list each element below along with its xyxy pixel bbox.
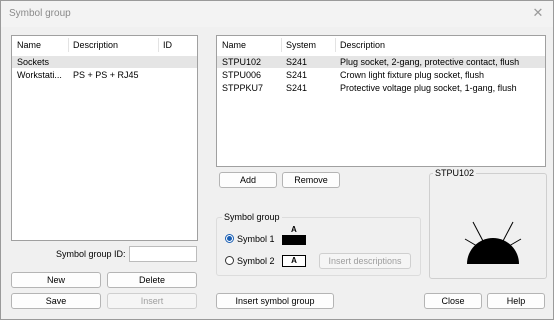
column-header-id[interactable]: ID	[163, 40, 172, 50]
column-header-description[interactable]: Description	[340, 40, 385, 50]
help-button[interactable]: Help	[487, 293, 545, 309]
add-button[interactable]: Add	[219, 172, 277, 188]
symbol-list[interactable]: Name System Description STPU102 S241 Plu…	[216, 35, 546, 167]
new-button[interactable]: New	[11, 272, 101, 288]
cell-system: S241	[286, 57, 308, 67]
insert-button[interactable]: Insert	[107, 293, 197, 309]
insert-symbol-group-button[interactable]: Insert symbol group	[216, 293, 334, 309]
table-row[interactable]: STPPKU7 S241 Protective voltage plug soc…	[217, 82, 545, 94]
symbol-1-letter: A	[291, 225, 297, 234]
cell-description: Crown light fixture plug socket, flush	[340, 70, 485, 80]
cell-description: Plug socket, 2-gang, protective contact,…	[340, 57, 520, 67]
column-header-system[interactable]: System	[286, 40, 316, 50]
column-divider	[158, 38, 159, 52]
symbol-1-label[interactable]: Symbol 1	[237, 234, 275, 244]
column-header-name[interactable]: Name	[222, 40, 246, 50]
cell-description: Protective voltage plug socket, 1-gang, …	[340, 83, 517, 93]
cell-system: S241	[286, 83, 308, 93]
cell-name: STPU102	[222, 57, 262, 67]
symbol-group-list[interactable]: Name Description ID Sockets Workstati...…	[11, 35, 198, 241]
title-bar: Symbol group ✕	[1, 1, 553, 27]
symbol-1-radio[interactable]	[225, 234, 234, 243]
symbol-2-swatch: A	[282, 255, 306, 267]
list-item-description: PS + PS + RJ45	[73, 70, 139, 80]
table-row[interactable]: STPU006 S241 Crown light fixture plug so…	[217, 69, 545, 81]
cell-name: STPPKU7	[222, 83, 264, 93]
list-item[interactable]: Workstati... PS + PS + RJ45	[12, 69, 197, 81]
save-button[interactable]: Save	[11, 293, 101, 309]
insert-descriptions-button[interactable]: Insert descriptions	[319, 253, 411, 269]
socket-symbol-icon	[464, 221, 522, 264]
column-header-description[interactable]: Description	[73, 40, 118, 50]
cell-system: S241	[286, 70, 308, 80]
symbol-2-label[interactable]: Symbol 2	[237, 256, 275, 266]
window-title: Symbol group	[9, 8, 71, 19]
column-divider	[281, 38, 282, 52]
list-item-name: Sockets	[17, 57, 50, 67]
symbol-group-dialog: Symbol group ✕ Name Description ID Socke…	[0, 0, 554, 320]
symbol-2-letter: A	[291, 256, 297, 265]
symbol-group-id-label: Symbol group ID:	[56, 249, 126, 259]
list-item[interactable]: Sockets	[12, 56, 197, 68]
close-button[interactable]: Close	[424, 293, 482, 309]
delete-button[interactable]: Delete	[107, 272, 197, 288]
symbol-group-title: Symbol group	[222, 212, 282, 222]
table-row[interactable]: STPU102 S241 Plug socket, 2-gang, protec…	[217, 56, 545, 68]
preview-title: STPU102	[433, 168, 477, 178]
column-divider	[68, 38, 69, 52]
column-header-name[interactable]: Name	[17, 40, 41, 50]
symbol-1-swatch	[282, 235, 306, 245]
column-divider	[335, 38, 336, 52]
list-item-name: Workstati...	[17, 70, 62, 80]
symbol-2-radio[interactable]	[225, 256, 234, 265]
symbol-group-id-field[interactable]	[129, 246, 197, 262]
close-icon[interactable]: ✕	[531, 6, 545, 20]
remove-button[interactable]: Remove	[282, 172, 340, 188]
cell-name: STPU006	[222, 70, 262, 80]
